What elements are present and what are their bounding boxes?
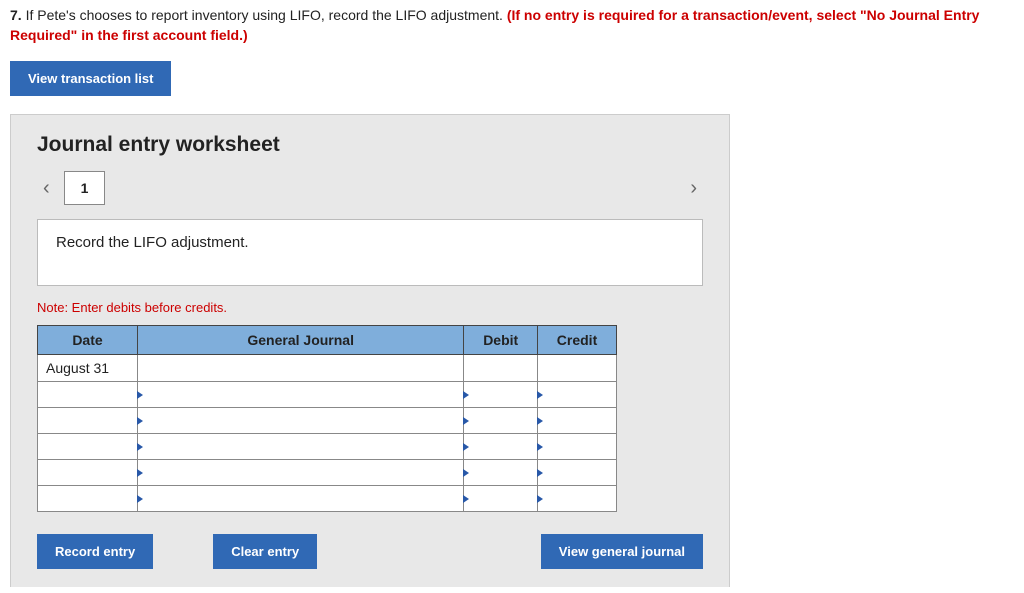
dropdown-marker-icon (137, 495, 143, 503)
cell-debit[interactable] (464, 355, 538, 382)
cell-date[interactable] (38, 460, 138, 486)
dropdown-marker-icon (137, 443, 143, 451)
note-text: Note: Enter debits before credits. (37, 300, 703, 315)
question-body: If Pete's chooses to report inventory us… (22, 7, 507, 23)
header-date: Date (38, 326, 138, 355)
cell-credit[interactable] (538, 355, 617, 382)
clear-entry-button[interactable]: Clear entry (213, 534, 317, 569)
dropdown-marker-icon (463, 417, 469, 425)
cell-general-journal[interactable] (138, 355, 464, 382)
dropdown-marker-icon (137, 469, 143, 477)
header-general-journal: General Journal (138, 326, 464, 355)
cell-credit[interactable] (538, 434, 617, 460)
cell-credit[interactable] (538, 460, 617, 486)
table-row (38, 460, 617, 486)
button-row: Record entry Clear entry View general jo… (37, 534, 703, 569)
dropdown-marker-icon (537, 469, 543, 477)
header-credit: Credit (538, 326, 617, 355)
cell-general-journal[interactable] (138, 434, 464, 460)
chevron-left-icon[interactable]: ‹ (37, 177, 56, 200)
dropdown-marker-icon (137, 417, 143, 425)
record-entry-button[interactable]: Record entry (37, 534, 153, 569)
chevron-right-icon[interactable]: › (684, 177, 703, 200)
table-row (38, 382, 617, 408)
table-row (38, 434, 617, 460)
table-row: August 31 (38, 355, 617, 382)
worksheet-panel: Journal entry worksheet ‹ 1 › Record the… (10, 114, 730, 587)
cell-credit[interactable] (538, 486, 617, 512)
cell-general-journal[interactable] (138, 460, 464, 486)
cell-debit[interactable] (464, 434, 538, 460)
table-row (38, 486, 617, 512)
cell-credit[interactable] (538, 382, 617, 408)
dropdown-marker-icon (537, 391, 543, 399)
tab-row: ‹ 1 › (37, 171, 703, 205)
cell-general-journal[interactable] (138, 486, 464, 512)
cell-general-journal[interactable] (138, 408, 464, 434)
journal-table: Date General Journal Debit Credit August… (37, 325, 617, 512)
cell-debit[interactable] (464, 486, 538, 512)
cell-general-journal[interactable] (138, 382, 464, 408)
cell-credit[interactable] (538, 408, 617, 434)
worksheet-title: Journal entry worksheet (37, 133, 703, 157)
table-row (38, 408, 617, 434)
cell-debit[interactable] (464, 382, 538, 408)
instruction-box: Record the LIFO adjustment. (37, 219, 703, 286)
dropdown-marker-icon (463, 391, 469, 399)
cell-debit[interactable] (464, 408, 538, 434)
cell-debit[interactable] (464, 460, 538, 486)
dropdown-marker-icon (537, 443, 543, 451)
dropdown-marker-icon (537, 495, 543, 503)
cell-date[interactable] (38, 434, 138, 460)
question-number: 7. (10, 7, 22, 23)
cell-date[interactable]: August 31 (38, 355, 138, 382)
question-text: 7. If Pete's chooses to report inventory… (10, 6, 1014, 45)
header-debit: Debit (464, 326, 538, 355)
cell-date[interactable] (38, 408, 138, 434)
instruction-text: Record the LIFO adjustment. (56, 234, 249, 251)
tab-1[interactable]: 1 (64, 171, 106, 205)
dropdown-marker-icon (463, 443, 469, 451)
view-general-journal-button[interactable]: View general journal (541, 534, 703, 569)
dropdown-marker-icon (463, 495, 469, 503)
cell-date[interactable] (38, 486, 138, 512)
dropdown-marker-icon (463, 469, 469, 477)
cell-date[interactable] (38, 382, 138, 408)
dropdown-marker-icon (137, 391, 143, 399)
view-transaction-list-button[interactable]: View transaction list (10, 61, 171, 96)
dropdown-marker-icon (537, 417, 543, 425)
